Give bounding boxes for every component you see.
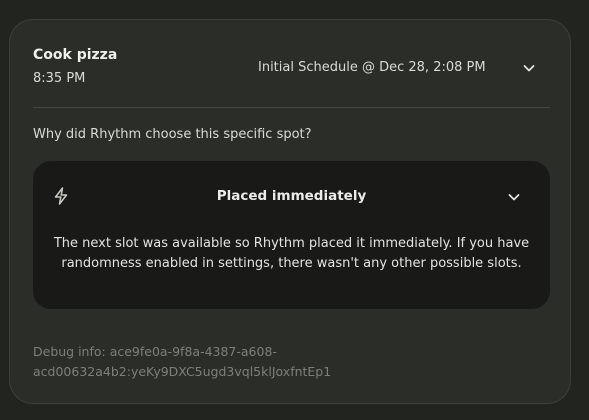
chevron-down-icon[interactable] bbox=[522, 61, 536, 75]
task-title: Cook pizza bbox=[33, 47, 118, 63]
chevron-down-icon[interactable] bbox=[507, 190, 521, 204]
schedule-history-label[interactable]: Initial Schedule @ Dec 28, 2:08 PM bbox=[258, 60, 486, 75]
reason-description: The next slot was available so Rhythm pl… bbox=[53, 236, 530, 271]
reason-title: Placed immediately bbox=[216, 188, 367, 204]
debug-info: Debug info: ace9fe0a-9f8a-4387-a608- acd… bbox=[33, 342, 533, 382]
placement-reason-panel: Placed immediately The next slot was ava… bbox=[33, 161, 550, 309]
placement-question: Why did Rhythm choose this specific spot… bbox=[33, 127, 312, 142]
schedule-detail-card: Cook pizza 8:35 PM Initial Schedule @ De… bbox=[9, 19, 571, 404]
debug-info-line: acd00632a4b2:yeKy9DXC5ugd3vql5klJoxfntEp… bbox=[33, 364, 332, 379]
divider bbox=[33, 107, 550, 108]
debug-info-line: Debug info: ace9fe0a-9f8a-4387-a608- bbox=[33, 344, 277, 359]
task-time: 8:35 PM bbox=[33, 71, 86, 86]
